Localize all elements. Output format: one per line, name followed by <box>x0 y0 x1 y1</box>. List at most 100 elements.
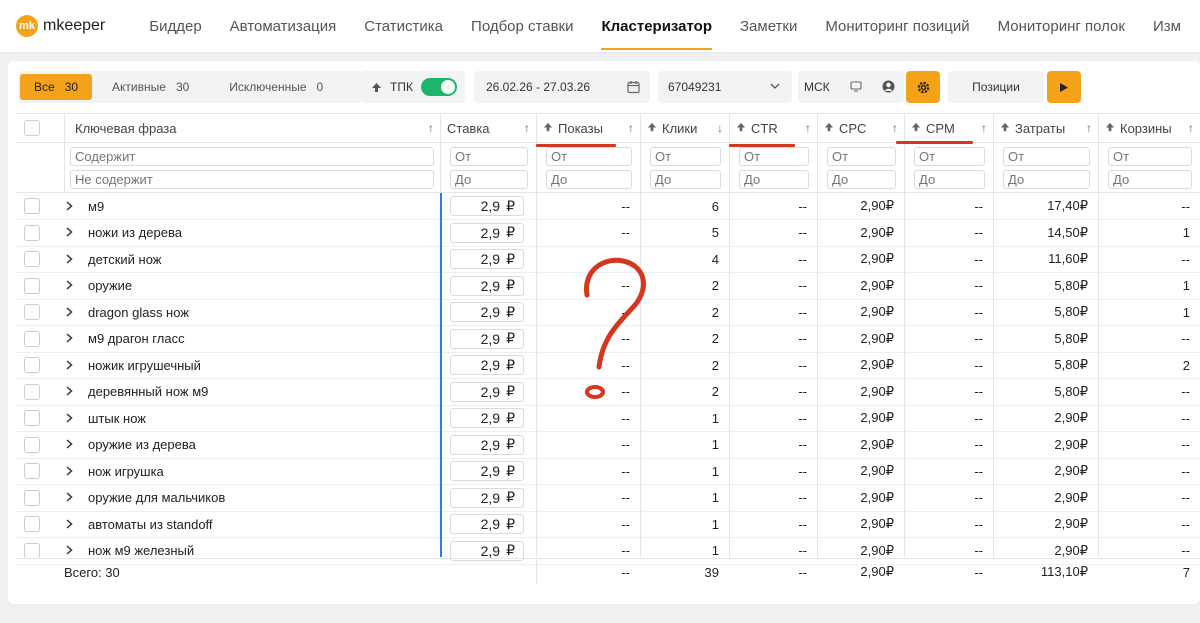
chevron-right-icon[interactable] <box>66 252 73 267</box>
shows-from-filter[interactable] <box>546 147 632 166</box>
stavka-input[interactable]: 2,9 ₽ <box>450 302 524 322</box>
user-icon[interactable] <box>882 80 895 93</box>
cpc-to-filter[interactable] <box>827 170 896 189</box>
row-checkbox[interactable] <box>24 357 40 373</box>
nav-item-0[interactable]: Биддер <box>135 0 215 52</box>
ctr-from-filter[interactable] <box>739 147 809 166</box>
table-row[interactable]: автоматы из standoff 2,9 ₽ -- 1 -- 2,90₽ -- 2,90… <box>16 511 1200 538</box>
positions-button[interactable]: Позиции <box>948 71 1044 103</box>
stavka-input[interactable]: 2,9 ₽ <box>450 514 524 534</box>
row-checkbox[interactable] <box>24 516 40 532</box>
stavka-input[interactable]: 2,9 ₽ <box>450 196 524 216</box>
chevron-right-icon[interactable] <box>66 199 73 214</box>
stavka-from-filter[interactable] <box>450 147 528 166</box>
chevron-right-icon[interactable] <box>66 225 73 240</box>
segment-excluded[interactable]: Исключенные 0 <box>215 74 337 100</box>
nav-item-3[interactable]: Подбор ставки <box>457 0 587 52</box>
stavka-input[interactable]: 2,9 ₽ <box>450 381 524 402</box>
nav-item-6[interactable]: Мониторинг позиций <box>811 0 983 52</box>
monitor-icon[interactable] <box>850 81 862 92</box>
table-row[interactable]: нож игрушка 2,9 ₽ -- 1 -- 2,90₽ -- 2,90₽ -- <box>16 458 1200 485</box>
stavka-input[interactable]: 2,9 ₽ <box>450 487 524 508</box>
stavka-input[interactable]: 2,9 ₽ <box>450 222 524 243</box>
row-checkbox[interactable] <box>24 251 40 267</box>
settings-button[interactable] <box>906 71 940 103</box>
sort-asc-icon[interactable]: ↑ <box>805 121 811 135</box>
costs-to-filter[interactable] <box>1003 170 1090 189</box>
nav-item-2[interactable]: Статистика <box>350 0 457 52</box>
campaign-select[interactable]: 67049231 <box>658 71 792 103</box>
segment-active[interactable]: Активные 30 <box>98 74 203 100</box>
select-all-checkbox[interactable] <box>24 120 40 136</box>
tpk-toggle[interactable] <box>420 78 457 96</box>
nav-item-8[interactable]: Изм <box>1139 0 1195 52</box>
table-row[interactable]: штык нож 2,9 ₽ -- 1 -- 2,90₽ -- 2,90₽ -- <box>16 405 1200 432</box>
stavka-input[interactable]: 2,9 ₽ <box>450 461 524 481</box>
sort-desc-icon[interactable]: ↓ <box>717 121 723 135</box>
cpm-to-filter[interactable] <box>914 170 985 189</box>
column-header-cpc[interactable]: CPC ↑ <box>817 114 904 142</box>
play-button[interactable] <box>1047 71 1081 103</box>
chevron-right-icon[interactable] <box>66 517 73 532</box>
row-checkbox[interactable] <box>24 304 40 320</box>
row-checkbox[interactable] <box>24 436 40 453</box>
sort-asc-icon[interactable]: ↑ <box>628 121 634 135</box>
column-header-ctr[interactable]: CTR ↑ <box>729 114 817 142</box>
sort-asc-icon[interactable]: ↑ <box>892 121 898 135</box>
row-checkbox[interactable] <box>24 198 40 214</box>
chevron-right-icon[interactable] <box>66 331 73 346</box>
table-row[interactable]: оружие из дерева 2,9 ₽ -- 1 -- 2,90₽ -- 2,90₽ -- <box>16 432 1200 459</box>
chevron-right-icon[interactable] <box>66 543 73 558</box>
clicks-to-filter[interactable] <box>650 170 721 189</box>
carts-from-filter[interactable] <box>1108 147 1192 166</box>
segment-all[interactable]: Все 30 <box>20 74 93 100</box>
row-checkbox[interactable] <box>24 463 40 479</box>
carts-to-filter[interactable] <box>1108 170 1192 189</box>
clicks-from-filter[interactable] <box>650 147 721 166</box>
costs-from-filter[interactable] <box>1003 147 1090 166</box>
row-checkbox[interactable] <box>24 410 40 426</box>
sort-asc-icon[interactable]: ↑ <box>524 121 530 135</box>
stavka-input[interactable]: 2,9 ₽ <box>450 275 524 296</box>
chevron-right-icon[interactable] <box>66 305 73 320</box>
phrase-contains-filter[interactable] <box>70 147 434 166</box>
nav-item-4[interactable]: Кластеризатор <box>587 0 726 52</box>
row-checkbox[interactable] <box>24 330 40 347</box>
nav-item-5[interactable]: Заметки <box>726 0 811 52</box>
ctr-to-filter[interactable] <box>739 170 809 189</box>
stavka-input[interactable]: 2,9 ₽ <box>450 408 524 428</box>
date-range-picker[interactable]: 26.02.26 - 27.03.26 <box>474 71 650 103</box>
row-checkbox[interactable] <box>24 224 40 241</box>
row-checkbox[interactable] <box>24 277 40 294</box>
stavka-to-filter[interactable] <box>450 170 528 189</box>
stavka-input[interactable]: 2,9 ₽ <box>450 434 524 455</box>
row-checkbox[interactable] <box>24 489 40 506</box>
sort-asc-icon[interactable]: ↑ <box>1086 121 1092 135</box>
column-header-clicks[interactable]: Клики ↓ <box>640 114 729 142</box>
chevron-right-icon[interactable] <box>66 358 73 373</box>
phrase-not-contains-filter[interactable] <box>70 170 434 189</box>
nav-item-1[interactable]: Автоматизация <box>216 0 351 52</box>
column-header-stavka[interactable]: Ставка ↑ <box>440 114 536 142</box>
chevron-right-icon[interactable] <box>66 384 73 399</box>
chevron-right-icon[interactable] <box>66 278 73 293</box>
table-row[interactable]: м9 2,9 ₽ -- 6 -- 2,90₽ -- 17,40₽ -- <box>16 193 1200 220</box>
nav-item-7[interactable]: Мониторинг полок <box>984 0 1139 52</box>
table-row[interactable]: ножи из дерева 2,9 ₽ -- 5 -- 2,90₽ -- 14,50₽ 1 <box>16 220 1200 247</box>
sort-asc-icon[interactable]: ↑ <box>981 121 987 135</box>
shows-to-filter[interactable] <box>546 170 632 189</box>
column-header-shows[interactable]: Показы ↑ <box>536 114 640 142</box>
sort-asc-icon[interactable]: ↑ <box>428 121 434 135</box>
stavka-input[interactable]: 2,9 ₽ <box>450 249 524 269</box>
stavka-input[interactable]: 2,9 ₽ <box>450 328 524 349</box>
column-header-costs[interactable]: Затраты ↑ <box>993 114 1098 142</box>
logo[interactable]: mk mkeeper <box>16 15 105 37</box>
sort-asc-icon[interactable]: ↑ <box>1188 121 1194 135</box>
cpc-from-filter[interactable] <box>827 147 896 166</box>
chevron-right-icon[interactable] <box>66 490 73 505</box>
row-checkbox[interactable] <box>24 383 40 400</box>
row-checkbox[interactable] <box>24 542 40 559</box>
table-row[interactable]: оружие для мальчиков 2,9 ₽ -- 1 -- 2,90₽ -- 2,90… <box>16 485 1200 512</box>
chevron-right-icon[interactable] <box>66 411 73 426</box>
column-header-phrase[interactable]: Ключевая фраза ↑ <box>64 114 440 142</box>
